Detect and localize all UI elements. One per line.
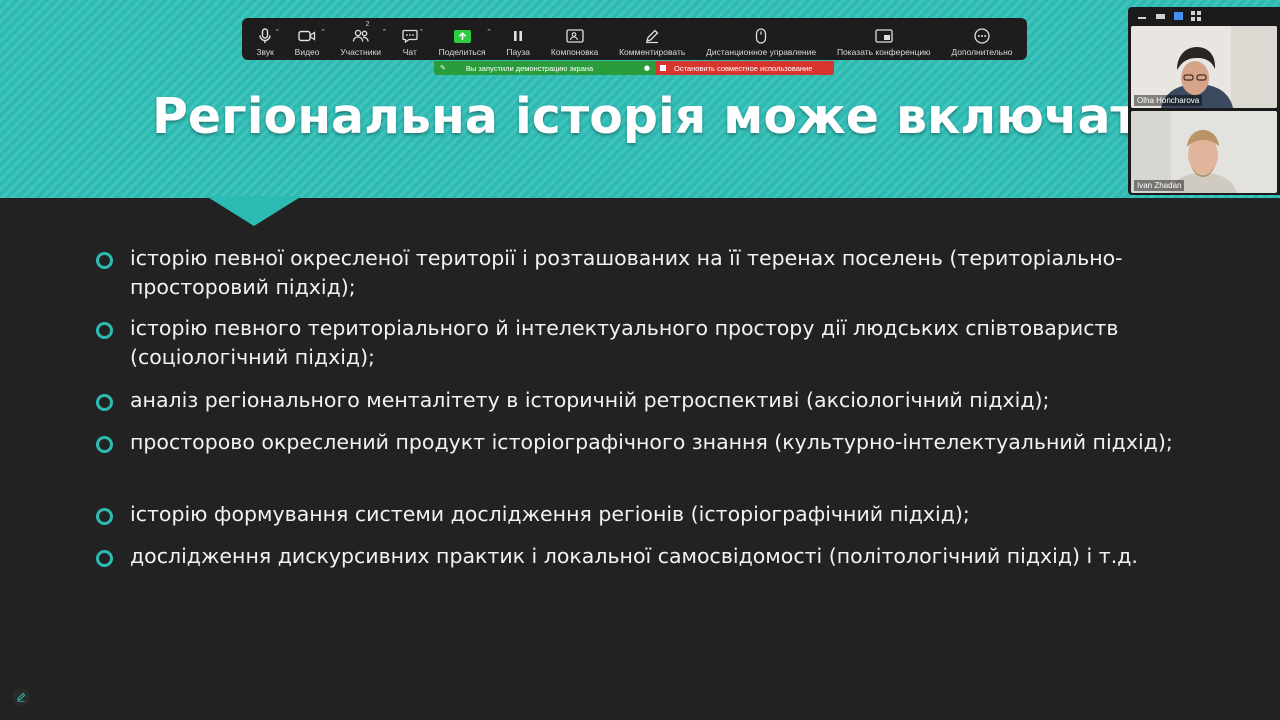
bullet-circle-icon bbox=[96, 508, 113, 525]
share-label: Поделиться bbox=[438, 47, 486, 57]
remote-control-label: Дистанционное управление bbox=[706, 47, 817, 57]
participants-icon bbox=[352, 25, 370, 47]
drag-handle-icon[interactable]: ✎ bbox=[440, 61, 446, 75]
pause-share-button[interactable]: Пауза bbox=[496, 18, 540, 60]
bullet-circle-icon bbox=[96, 394, 113, 411]
chat-button[interactable]: ⌃ Чат bbox=[391, 18, 428, 60]
bullet-text: аналіз регіонального менталітету в істор… bbox=[130, 388, 1050, 412]
pause-icon bbox=[513, 25, 523, 47]
video-label: Видео bbox=[294, 47, 320, 57]
show-conference-button[interactable]: Показать конференцию bbox=[827, 18, 941, 60]
more-button[interactable]: Дополнительно bbox=[941, 18, 1023, 60]
share-options-chevron-icon[interactable]: ⌃ bbox=[486, 28, 492, 36]
layout-icon bbox=[565, 25, 584, 47]
video-button[interactable]: ⌃ Видео bbox=[284, 18, 330, 60]
participants-options-chevron-icon[interactable]: ⌃ bbox=[382, 28, 388, 36]
annotate-button[interactable]: Комментировать bbox=[609, 18, 696, 60]
sharing-status-text: Вы запустили демонстрацию экрана bbox=[465, 63, 594, 73]
stop-share-button[interactable]: Остановить совместное использование bbox=[656, 61, 834, 75]
sharing-status-banner[interactable]: ✎ Вы запустили демонстрацию экрана ● bbox=[434, 61, 656, 75]
meeting-toolbar: ⌃ Звук ⌃ Видео 2 ⌃ Участники ⌃ Чат ⌃ Под… bbox=[242, 18, 1027, 60]
stop-square-icon bbox=[660, 65, 666, 71]
share-button[interactable]: ⌃ Поделиться bbox=[428, 18, 496, 60]
audio-button[interactable]: ⌃ Звук bbox=[246, 18, 284, 60]
camera-icon bbox=[298, 25, 316, 47]
bullet-text: історію певної окресленої території і ро… bbox=[130, 246, 1123, 299]
slide-header-notch bbox=[206, 196, 302, 226]
slide-title: Регіональна історія може включати: bbox=[152, 88, 1193, 145]
video-options-chevron-icon[interactable]: ⌃ bbox=[320, 28, 326, 36]
bullet-circle-icon bbox=[96, 550, 113, 567]
audio-label: Звук bbox=[256, 47, 274, 57]
bullet-text: просторово окреслений продукт історіогра… bbox=[130, 430, 1173, 454]
speaker-view-icon[interactable] bbox=[1172, 11, 1184, 21]
audio-options-chevron-icon[interactable]: ⌃ bbox=[274, 28, 280, 36]
chat-label: Чат bbox=[402, 47, 417, 57]
chat-options-chevron-icon[interactable]: ⌃ bbox=[418, 28, 424, 36]
show-meeting-window-icon bbox=[875, 25, 893, 47]
annotate-label: Комментировать bbox=[619, 47, 686, 57]
remote-control-button[interactable]: Дистанционное управление bbox=[696, 18, 827, 60]
pencil-icon bbox=[644, 25, 660, 47]
stop-share-label: Остановить совместное использование bbox=[674, 63, 813, 73]
bullet-circle-icon bbox=[96, 252, 113, 269]
more-dots-icon bbox=[974, 25, 990, 47]
bullet-circle-icon bbox=[96, 436, 113, 453]
video-panel: Olha Honcharova Ivan Zhadan bbox=[1128, 7, 1280, 195]
layout-button[interactable]: Компоновка bbox=[540, 18, 608, 60]
mouse-icon bbox=[755, 25, 767, 47]
thumbnail-view-icon[interactable] bbox=[1154, 11, 1166, 21]
pause-label: Пауза bbox=[506, 47, 530, 57]
participant-video-tile[interactable]: Ivan Zhadan bbox=[1131, 111, 1277, 193]
participants-label: Участники bbox=[340, 47, 381, 57]
microphone-icon bbox=[258, 25, 272, 47]
shield-icon: ● bbox=[643, 64, 650, 72]
bullet-circle-icon bbox=[96, 322, 113, 339]
participants-button[interactable]: 2 ⌃ Участники bbox=[330, 18, 391, 60]
participants-count: 2 bbox=[365, 21, 370, 28]
bullet-text: історію формування системи дослідження р… bbox=[130, 502, 970, 526]
gallery-view-icon[interactable] bbox=[1190, 11, 1202, 21]
participant-name: Olha Honcharova bbox=[1134, 95, 1203, 106]
video-panel-controls bbox=[1128, 7, 1280, 25]
participant-name: Ivan Zhadan bbox=[1134, 180, 1185, 191]
share-screen-icon bbox=[453, 25, 471, 47]
layout-label: Компоновка bbox=[550, 47, 599, 57]
minimize-icon[interactable] bbox=[1136, 11, 1148, 21]
chat-bubble-icon bbox=[402, 25, 418, 47]
participant-video-tile[interactable]: Olha Honcharova bbox=[1131, 26, 1277, 108]
more-label: Дополнительно bbox=[951, 47, 1013, 57]
bullet-text: дослідження дискурсивних практик і локал… bbox=[130, 544, 1138, 568]
show-conference-label: Показать конференцию bbox=[836, 47, 931, 57]
bullet-text: історію певного територіального й інтеле… bbox=[130, 316, 1119, 369]
annotation-pencil-icon[interactable] bbox=[12, 688, 30, 706]
